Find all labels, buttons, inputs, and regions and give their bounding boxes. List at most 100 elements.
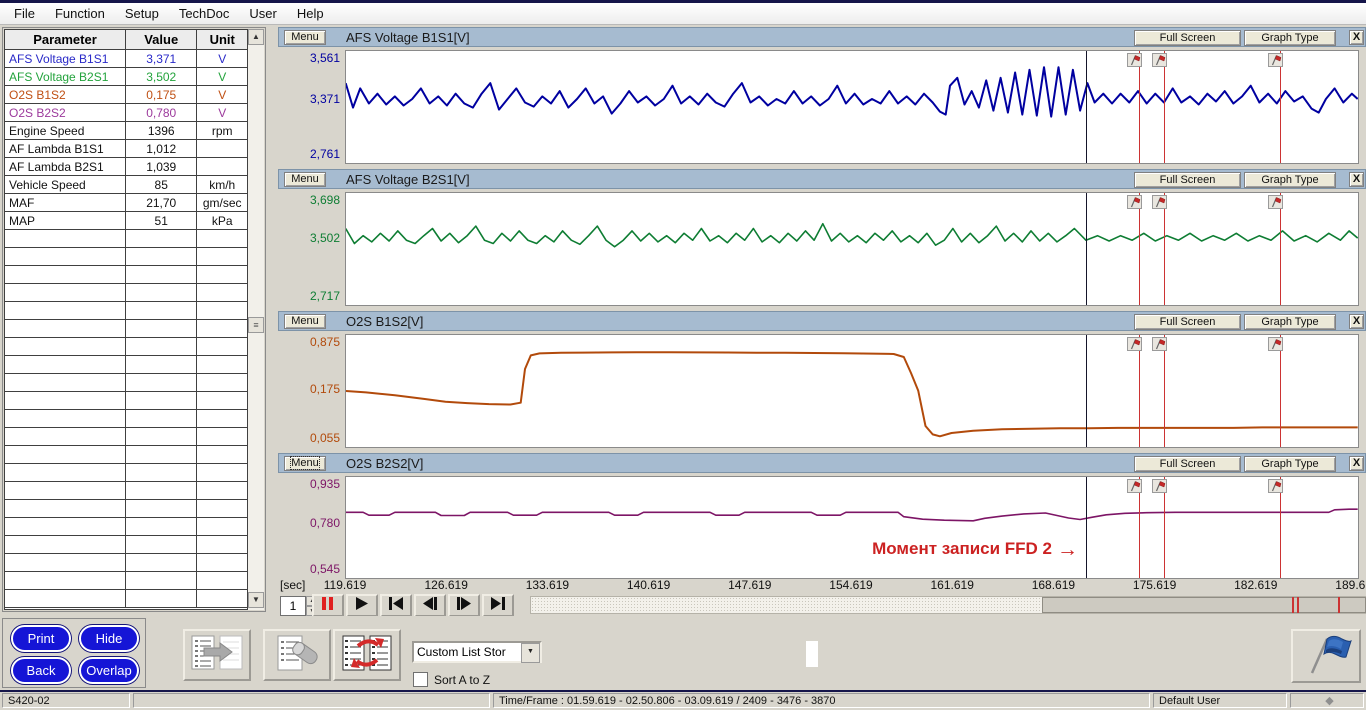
scroll-down-button[interactable]: ▼ [248, 592, 264, 608]
marker-flag-icon[interactable] [1268, 479, 1283, 493]
graph-plot[interactable] [345, 50, 1359, 164]
table-row[interactable]: AFS Voltage B2S13,502V [5, 68, 247, 86]
chevron-down-icon[interactable]: ▼ [521, 643, 540, 663]
timeline-scroll-thumb[interactable] [1042, 597, 1366, 613]
table-row[interactable]: AF Lambda B1S11,012 [5, 140, 247, 158]
menu-item-function[interactable]: Function [45, 4, 115, 23]
full-screen-button[interactable]: Full Screen [1134, 314, 1241, 330]
marker-flag-icon[interactable] [1268, 195, 1283, 209]
graph-type-button[interactable]: Graph Type [1244, 172, 1336, 188]
table-row-empty[interactable] [5, 338, 247, 356]
pause-button[interactable] [312, 594, 344, 617]
scroll-thumb[interactable]: ≡ [248, 317, 264, 333]
menu-item-file[interactable]: File [4, 4, 45, 23]
table-row-empty[interactable] [5, 536, 247, 554]
table-row-empty[interactable] [5, 392, 247, 410]
back-button[interactable]: Back [11, 657, 71, 684]
table-row-empty[interactable] [5, 266, 247, 284]
cursor-line[interactable] [1086, 193, 1087, 305]
marker-flag-icon[interactable] [1152, 479, 1167, 493]
table-row[interactable]: Engine Speed1396rpm [5, 122, 247, 140]
frame-step-spinner[interactable]: 1 [280, 596, 306, 616]
graph-type-button[interactable]: Graph Type [1244, 314, 1336, 330]
graph-menu-button[interactable]: Menu [284, 172, 326, 187]
table-row-empty[interactable] [5, 482, 247, 500]
marker-flag-icon[interactable] [1152, 337, 1167, 351]
sort-a-to-z-checkbox[interactable] [413, 672, 428, 687]
full-screen-button[interactable]: Full Screen [1134, 172, 1241, 188]
menu-item-help[interactable]: Help [287, 4, 334, 23]
graph-plot[interactable] [345, 192, 1359, 306]
cursor-line[interactable] [1086, 477, 1087, 578]
marker-flag-icon[interactable] [1152, 53, 1167, 67]
close-graph-button[interactable]: X [1349, 172, 1364, 187]
table-row-empty[interactable] [5, 374, 247, 392]
skip-start-button[interactable] [380, 594, 412, 617]
menu-item-setup[interactable]: Setup [115, 4, 169, 23]
table-row-empty[interactable] [5, 320, 247, 338]
graph-menu-button[interactable]: Menu [284, 456, 326, 471]
timeline-scrollbar[interactable] [530, 596, 1366, 614]
table-row[interactable]: MAF21,70gm/sec [5, 194, 247, 212]
clear-list-button[interactable] [263, 629, 331, 681]
marker-flag-icon[interactable] [1268, 53, 1283, 67]
marker-flag-icon[interactable] [1152, 195, 1167, 209]
scroll-up-button[interactable]: ▲ [248, 29, 264, 45]
marker-flag-icon[interactable] [1268, 337, 1283, 351]
graph-menu-button[interactable]: Menu [284, 314, 326, 329]
print-button[interactable]: Print [11, 625, 71, 652]
full-screen-button[interactable]: Full Screen [1134, 30, 1241, 46]
overlap-button[interactable]: Overlap [79, 657, 139, 684]
close-graph-button[interactable]: X [1349, 30, 1364, 45]
step-back-button[interactable] [414, 594, 446, 617]
table-row-empty[interactable] [5, 500, 247, 518]
cursor-line[interactable] [1086, 335, 1087, 447]
parameter-table-scrollbar[interactable]: ▲ ≡ ▼ [248, 29, 264, 610]
table-row-empty[interactable] [5, 230, 247, 248]
flag-button[interactable] [1291, 629, 1361, 683]
menu-item-techdoc[interactable]: TechDoc [169, 4, 240, 23]
table-row-empty[interactable] [5, 428, 247, 446]
full-screen-button[interactable]: Full Screen [1134, 456, 1241, 472]
table-row-empty[interactable] [5, 446, 247, 464]
graph-plot[interactable]: Момент записи FFD 2→ [345, 476, 1359, 579]
close-graph-button[interactable]: X [1349, 314, 1364, 329]
copy-list-button[interactable] [183, 629, 251, 681]
table-row-empty[interactable] [5, 356, 247, 374]
param-value [126, 500, 197, 518]
table-row[interactable]: AFS Voltage B1S13,371V [5, 50, 247, 68]
marker-flag-icon[interactable] [1127, 195, 1142, 209]
cursor-line[interactable] [1086, 51, 1087, 163]
marker-flag-icon[interactable] [1127, 53, 1142, 67]
graph-type-button[interactable]: Graph Type [1244, 30, 1336, 46]
table-row[interactable]: AF Lambda B2S11,039 [5, 158, 247, 176]
table-row-empty[interactable] [5, 248, 247, 266]
graph-type-button[interactable]: Graph Type [1244, 456, 1336, 472]
table-row[interactable]: Vehicle Speed85km/h [5, 176, 247, 194]
table-row-empty[interactable] [5, 464, 247, 482]
table-row-empty[interactable] [5, 518, 247, 536]
table-row-empty[interactable] [5, 554, 247, 572]
play-button[interactable] [346, 594, 378, 617]
graph-menu-button[interactable]: Menu [284, 30, 326, 45]
marker-flag-icon[interactable] [1127, 337, 1142, 351]
step-forward-button[interactable] [448, 594, 480, 617]
param-unit [197, 536, 247, 554]
table-row-empty[interactable] [5, 572, 247, 590]
table-row[interactable]: O2S B1S20,175V [5, 86, 247, 104]
menu-item-user[interactable]: User [239, 4, 286, 23]
graph-plot[interactable] [345, 334, 1359, 448]
table-row[interactable]: O2S B2S20,780V [5, 104, 247, 122]
table-row[interactable]: MAP51kPa [5, 212, 247, 230]
marker-flag-icon[interactable] [1127, 479, 1142, 493]
reorder-list-button[interactable] [333, 629, 401, 681]
custom-list-select[interactable]: Custom List Stor ▼ [412, 641, 542, 663]
table-row-empty[interactable] [5, 302, 247, 320]
table-row-empty[interactable] [5, 284, 247, 302]
hide-button[interactable]: Hide [79, 625, 139, 652]
table-row-empty[interactable] [5, 590, 247, 608]
skip-end-button[interactable] [482, 594, 514, 617]
close-graph-button[interactable]: X [1349, 456, 1364, 471]
table-row-empty[interactable] [5, 410, 247, 428]
param-unit: V [197, 104, 247, 122]
